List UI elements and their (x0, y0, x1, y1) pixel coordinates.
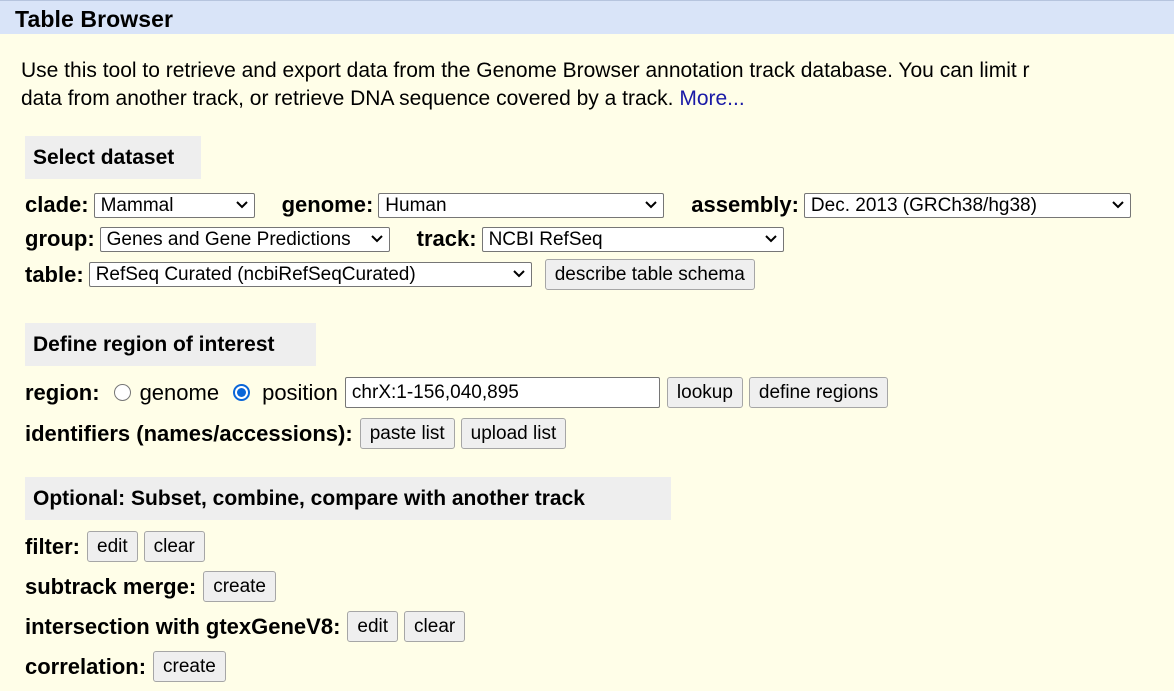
correlation-create-button[interactable]: create (153, 651, 226, 682)
chevron-down-icon (764, 234, 777, 242)
intro-line-1: Use this tool to retrieve and export dat… (21, 59, 1030, 82)
genome-select[interactable]: Human (378, 192, 665, 218)
describe-table-schema-button[interactable]: describe table schema (544, 259, 755, 290)
intersection-row: intersection with gtexGeneV8: edit clear (25, 611, 466, 642)
filter-label: filter: (25, 533, 80, 559)
correlation-label: correlation: (25, 653, 147, 679)
subtrack-merge-label: subtrack merge: (25, 573, 197, 599)
intro-line-2-text: data from another track, or retrieve DNA… (21, 87, 674, 110)
genome-select-value: Human (385, 194, 447, 216)
assembly-label: assembly: (691, 192, 799, 217)
intro-text: Use this tool to retrieve and export dat… (21, 57, 1174, 113)
intersection-edit-button[interactable]: edit (347, 611, 399, 642)
group-select[interactable]: Genes and Gene Predictions (99, 226, 390, 252)
chevron-down-icon (235, 200, 248, 208)
correlation-row: correlation: create (25, 651, 226, 682)
filter-edit-button[interactable]: edit (87, 531, 138, 562)
track-label: track: (416, 226, 477, 251)
subtrack-merge-create-button[interactable]: create (203, 571, 276, 602)
group-label: group: (25, 226, 95, 251)
group-track-row: group: Genes and Gene Predictions track:… (25, 226, 784, 252)
title-bar: Table Browser (0, 0, 1174, 34)
clade-label: clade: (25, 192, 89, 217)
genome-radio[interactable] (113, 384, 131, 401)
assembly-select[interactable]: Dec. 2013 (GRCh38/hg38) (803, 192, 1131, 218)
track-select-value: NCBI RefSeq (488, 228, 603, 250)
filter-row: filter: edit clear (25, 531, 205, 562)
intersection-label: intersection with gtexGeneV8: (25, 613, 341, 639)
optional-heading: Optional: Subset, combine, compare with … (25, 477, 671, 520)
genome-label: genome: (281, 192, 374, 217)
intersection-clear-button[interactable]: clear (404, 611, 466, 642)
assembly-select-value: Dec. 2013 (GRCh38/hg38) (810, 194, 1037, 216)
more-link[interactable]: More... (679, 87, 744, 110)
genome-radio-label: genome (139, 379, 220, 405)
lookup-button[interactable]: lookup (666, 377, 743, 408)
intro-line-2: data from another track, or retrieve DNA… (21, 85, 1174, 113)
clade-select[interactable]: Mammal (93, 192, 255, 218)
track-select[interactable]: NCBI RefSeq (481, 226, 784, 252)
chevron-down-icon (1112, 200, 1124, 208)
define-regions-button[interactable]: define regions (748, 377, 889, 408)
group-select-value: Genes and Gene Predictions (106, 228, 351, 250)
identifiers-label: identifiers (names/accessions): (25, 420, 353, 446)
paste-list-button[interactable]: paste list (359, 418, 455, 449)
page-title: Table Browser (15, 6, 174, 32)
define-region-heading: Define region of interest (25, 323, 316, 366)
table-select[interactable]: RefSeq Curated (ncbiRefSeqCurated) (88, 262, 532, 287)
upload-list-button[interactable]: upload list (460, 418, 567, 449)
chevron-down-icon (512, 270, 525, 278)
clade-genome-assembly-row: clade: Mammal genome: Human assembly: De… (25, 192, 1131, 218)
region-row: region: genome position chrX:1-156,040,8… (25, 377, 889, 408)
region-label: region: (25, 379, 100, 405)
chevron-down-icon (370, 234, 383, 242)
position-input[interactable]: chrX:1-156,040,895 (344, 377, 660, 408)
chevron-down-icon (645, 200, 657, 208)
filter-clear-button[interactable]: clear (143, 531, 205, 562)
position-radio[interactable] (233, 384, 251, 401)
table-row: table: RefSeq Curated (ncbiRefSeqCurated… (25, 259, 755, 290)
position-radio-label: position (262, 379, 338, 405)
table-select-value: RefSeq Curated (ncbiRefSeqCurated) (95, 264, 416, 285)
clade-select-value: Mammal (100, 194, 174, 216)
table-label: table: (25, 261, 84, 287)
select-dataset-heading: Select dataset (25, 136, 201, 179)
identifiers-row: identifiers (names/accessions): paste li… (25, 418, 567, 449)
subtrack-merge-row: subtrack merge: create (25, 571, 276, 602)
